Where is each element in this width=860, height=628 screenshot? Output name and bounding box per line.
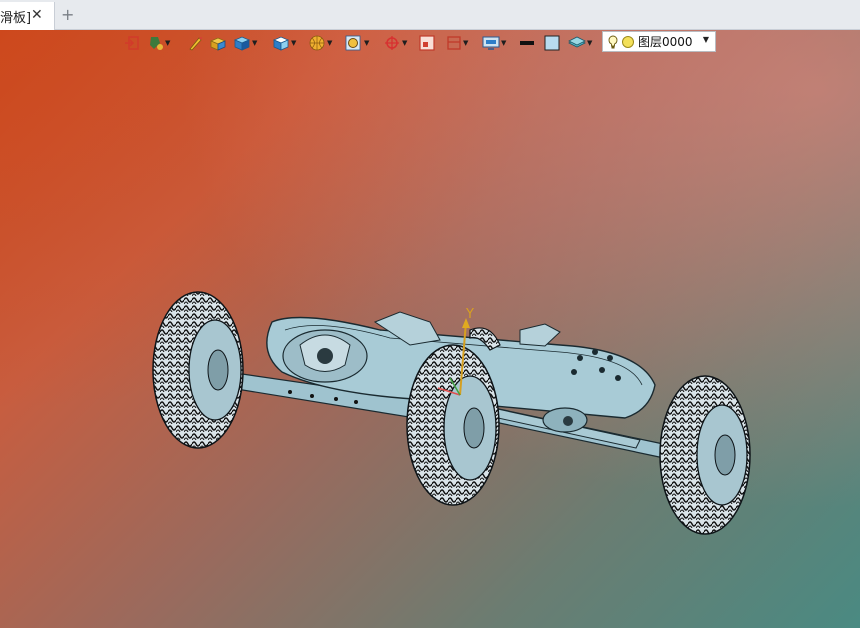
document-tab-title: 滑板] — [0, 10, 30, 26]
skateboard-model: Y — [152, 291, 751, 535]
line-weight-icon — [520, 41, 534, 45]
chevron-down-icon: ▼ — [252, 39, 258, 47]
sphere-button[interactable]: ▼ — [308, 33, 332, 53]
paint-icon — [150, 37, 163, 50]
layer-stack-button[interactable]: ▼ — [568, 33, 592, 53]
zoom-icon — [345, 35, 361, 51]
rect-icon — [419, 35, 435, 51]
light-bulb-icon — [608, 35, 618, 48]
wheel-front-right — [659, 375, 751, 535]
import-button[interactable] — [124, 33, 140, 53]
display-icon — [482, 36, 500, 50]
chevron-down-icon: ▼ — [364, 39, 370, 47]
sphere-icon — [309, 35, 325, 51]
block-button[interactable] — [209, 33, 227, 53]
chevron-down-icon: ▼ — [702, 35, 709, 44]
layer-stack-icon — [568, 36, 586, 48]
chevron-down-icon: ▼ — [327, 39, 333, 47]
chevron-down-icon: ▼ — [291, 39, 297, 47]
layer-label: 图层0000 — [638, 35, 693, 49]
box-button[interactable]: ▼ — [233, 33, 257, 53]
display-button[interactable]: ▼ — [482, 33, 506, 53]
close-icon[interactable]: ✕ — [31, 8, 45, 22]
chevron-down-icon: ▼ — [402, 39, 408, 47]
view-cube-button[interactable]: ▼ — [272, 33, 296, 53]
rect-button[interactable] — [419, 33, 435, 53]
3d-viewport[interactable]: Y — [0, 30, 860, 628]
import-icon — [125, 36, 139, 50]
color-swatch-icon — [544, 35, 560, 51]
zoom-button[interactable]: ▼ — [345, 33, 369, 53]
chevron-down-icon: ▼ — [165, 39, 171, 47]
rotate-icon — [385, 36, 399, 50]
rotate-button[interactable]: ▼ — [383, 33, 407, 53]
wheel-rear-right — [406, 344, 500, 506]
box-icon — [233, 36, 251, 51]
add-tab-button[interactable]: + — [61, 7, 77, 23]
layer-dropdown[interactable]: 图层0000 ▼ — [602, 31, 716, 52]
line-weight-button[interactable] — [519, 33, 535, 53]
pen-icon — [189, 37, 202, 51]
document-tab-bar: 滑板] ✕ + — [0, 0, 860, 30]
block-icon — [209, 37, 227, 51]
wheel-rear-left — [152, 291, 244, 449]
document-tab[interactable]: 滑板] ✕ — [0, 2, 55, 30]
color-swatch-button[interactable] — [544, 33, 560, 53]
section-icon — [447, 36, 461, 50]
axis-y-label: Y — [465, 307, 474, 322]
paint-button[interactable]: ▼ — [148, 33, 170, 53]
layer-color-dot — [622, 35, 634, 48]
chevron-down-icon: ▼ — [463, 39, 469, 47]
view-cube-icon — [272, 36, 290, 51]
section-button[interactable]: ▼ — [446, 33, 468, 53]
chevron-down-icon: ▼ — [501, 39, 507, 47]
pen-button[interactable] — [188, 33, 202, 53]
chevron-down-icon: ▼ — [587, 39, 593, 47]
